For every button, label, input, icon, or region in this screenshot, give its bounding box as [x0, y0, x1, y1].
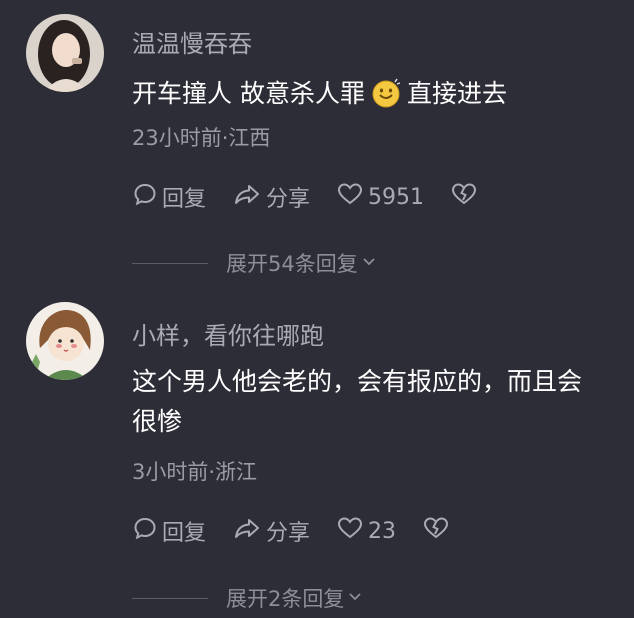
expand-replies-button[interactable]: 展开54条回复	[132, 249, 377, 277]
share-label: 分享	[266, 521, 311, 546]
reply-label: 回复	[162, 521, 207, 546]
comment-meta: 23小时前·江西	[132, 126, 271, 150]
share-arrow-icon	[232, 181, 266, 213]
heart-icon	[336, 181, 368, 213]
username[interactable]: 小样，看你往哪跑	[132, 316, 324, 351]
share-label: 分享	[266, 187, 311, 212]
reply-button[interactable]: 回复	[132, 515, 206, 547]
chevron-down-icon	[358, 254, 377, 273]
avatar[interactable]	[26, 302, 104, 380]
comment-text-part: 开车撞人 故意杀人罪	[132, 79, 365, 108]
like-button[interactable]: 23	[336, 515, 396, 547]
share-button[interactable]: 分享	[232, 515, 310, 547]
heart-icon	[336, 515, 368, 547]
divider-line	[132, 262, 208, 264]
dislike-button[interactable]	[450, 181, 482, 213]
comment-item-2: 小样，看你往哪跑 这个男人他会老的，会有报应的，而且会很惨 3小时前·浙江 回复…	[0, 290, 634, 618]
expand-replies-label: 展开54条回复	[226, 252, 358, 276]
like-button[interactable]: 5951	[336, 181, 424, 213]
smile-emoji-icon	[371, 78, 401, 120]
share-button[interactable]: 分享	[232, 181, 310, 213]
dislike-button[interactable]	[422, 515, 454, 547]
expand-replies-label: 展开2条回复	[226, 587, 345, 611]
comment-text: 开车撞人 故意杀人罪 直接进去	[132, 74, 602, 120]
comment-actions: 回复 分享 5951	[132, 180, 508, 214]
like-count: 23	[368, 518, 397, 544]
chat-bubble-icon	[132, 515, 162, 547]
share-arrow-icon	[232, 515, 266, 547]
avatar[interactable]	[26, 14, 104, 92]
comment-item-1: 温温慢吞吞 开车撞人 故意杀人罪 直接进去 23小时前·江西 回复 分享 5951…	[0, 0, 634, 290]
comment-actions: 回复 分享 23	[132, 514, 480, 548]
divider-line	[132, 597, 208, 599]
chat-bubble-icon	[132, 181, 162, 213]
like-count: 5951	[368, 184, 425, 210]
broken-heart-icon	[450, 181, 482, 213]
reply-label: 回复	[162, 187, 207, 212]
comment-text: 这个男人他会老的，会有报应的，而且会很惨	[132, 367, 583, 436]
chevron-down-icon	[344, 589, 363, 608]
comment-meta: 3小时前·浙江	[132, 460, 258, 484]
broken-heart-icon	[422, 515, 454, 547]
username[interactable]: 温温慢吞吞	[132, 24, 252, 59]
comment-text-part: 直接进去	[406, 79, 507, 108]
expand-replies-button[interactable]: 展开2条回复	[132, 584, 363, 612]
reply-button[interactable]: 回复	[132, 181, 206, 213]
